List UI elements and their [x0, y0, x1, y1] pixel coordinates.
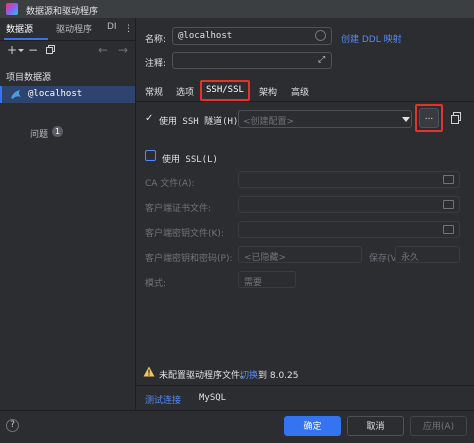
- tab-datasources[interactable]: 数据源: [6, 22, 33, 38]
- folder-icon[interactable]: [443, 200, 454, 209]
- name-input-value: @localhost: [178, 31, 233, 41]
- help-icon[interactable]: ?: [6, 419, 19, 432]
- ca-file-input[interactable]: [238, 171, 460, 188]
- ssl-checkbox[interactable]: [145, 150, 156, 161]
- tab-drivers[interactable]: 驱动程序: [56, 22, 92, 38]
- panel-splitter[interactable]: [135, 18, 136, 410]
- mysql-dolphin-icon: [10, 89, 22, 100]
- folder-icon[interactable]: [443, 225, 454, 234]
- ssh-config-placeholder: <创建配置>: [243, 117, 295, 127]
- driver-warning-text: 未配置驱动程序文件。: [159, 371, 250, 381]
- comment-label: 注释:: [145, 59, 167, 69]
- left-tabs-divider: [0, 40, 135, 41]
- cancel-button[interactable]: 取消: [347, 416, 404, 436]
- apply-button[interactable]: 应用(A): [410, 416, 467, 436]
- selection-edge: [0, 86, 2, 103]
- tab-options[interactable]: 选项: [176, 85, 194, 99]
- problems-count-badge: 1: [52, 126, 63, 137]
- warning-icon: [143, 366, 155, 377]
- project-datasources-header: 项目数据源: [6, 73, 52, 83]
- client-key-password-label: 客户端密钥和密码(P):: [145, 254, 233, 264]
- save-mode-value: 永久: [401, 253, 420, 263]
- tab-ssh-ssl[interactable]: SSH/SSL: [206, 85, 244, 99]
- mode-label: 模式:: [145, 279, 167, 289]
- ok-button[interactable]: 确定: [284, 416, 341, 436]
- client-key-label: 客户端密钥文件(K):: [145, 229, 224, 239]
- tab-schemas[interactable]: 架构: [259, 85, 277, 99]
- back-arrow-icon[interactable]: ←: [96, 43, 110, 57]
- db-type-label: MySQL: [199, 393, 227, 403]
- problems-label[interactable]: 问题: [30, 127, 48, 140]
- duplicate-icon[interactable]: [46, 45, 55, 54]
- client-key-input[interactable]: [238, 221, 460, 238]
- datasource-name: @localhost: [28, 89, 83, 99]
- tab-ddl[interactable]: DI: [107, 22, 117, 38]
- test-connection-link[interactable]: 测试连接: [145, 393, 181, 406]
- driver-version-text: 到 8.0.25: [258, 371, 299, 381]
- ssl-checkbox-label[interactable]: 使用 SSL(L): [162, 152, 218, 165]
- window-title: 数据源和驱动程序: [26, 7, 99, 17]
- tab-advanced[interactable]: 高级: [291, 85, 309, 99]
- add-icon[interactable]: +: [5, 43, 19, 57]
- ssl-mode-value: 需要: [244, 278, 263, 288]
- client-cert-label: 客户端证书文件:: [145, 204, 212, 214]
- comment-input[interactable]: [172, 52, 332, 69]
- client-cert-input[interactable]: [238, 196, 460, 213]
- tab-general[interactable]: 常规: [145, 85, 163, 99]
- footer-divider: [136, 385, 474, 386]
- color-circle-icon[interactable]: [315, 30, 326, 41]
- forward-arrow-icon[interactable]: →: [116, 43, 130, 57]
- ssh-tunnel-checkbox-label[interactable]: 使用 SSH 隧道(H): [159, 114, 238, 127]
- ssh-config-more-button[interactable]: ...: [419, 108, 439, 128]
- remove-icon[interactable]: −: [26, 43, 40, 57]
- ca-file-label: CA 文件(A):: [145, 179, 195, 189]
- app-logo-icon: [6, 3, 18, 15]
- switch-driver-link[interactable]: 切换: [240, 368, 258, 381]
- add-dropdown-icon[interactable]: [18, 49, 24, 52]
- create-ddl-link[interactable]: 创建 DDL 映射: [341, 32, 402, 45]
- password-placeholder: <已隐藏>: [244, 253, 287, 263]
- chevron-down-icon[interactable]: [402, 117, 410, 122]
- name-label: 名称:: [145, 35, 167, 45]
- ssh-checkmark-icon[interactable]: ✓: [145, 113, 153, 124]
- copy-config-icon[interactable]: [449, 111, 463, 125]
- folder-icon[interactable]: [443, 175, 454, 184]
- right-tabs-divider: [136, 101, 474, 102]
- tabs-overflow-icon[interactable]: ⋮: [124, 24, 133, 34]
- expand-icon[interactable]: ⤢: [318, 55, 325, 65]
